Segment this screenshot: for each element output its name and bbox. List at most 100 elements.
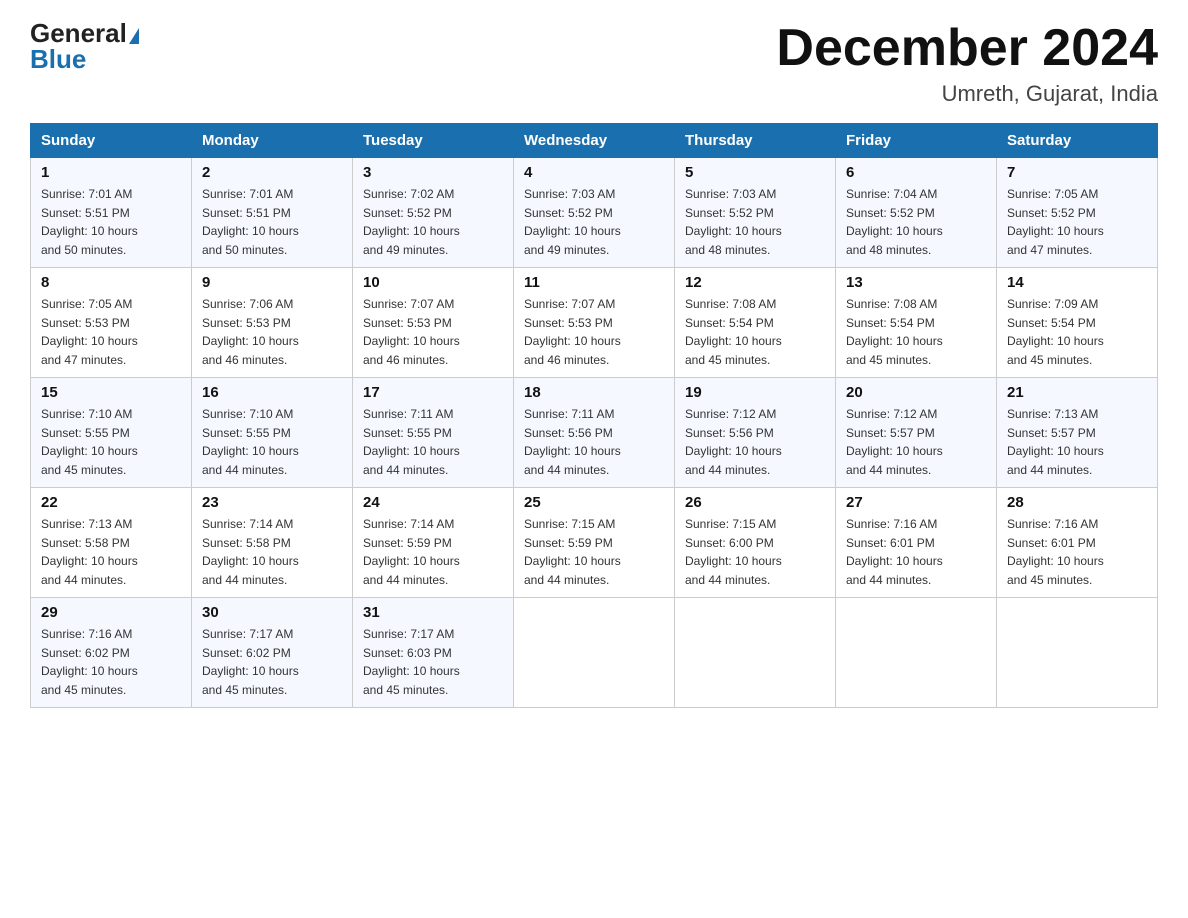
weekday-header-friday: Friday [836, 124, 997, 158]
calendar-cell: 1 Sunrise: 7:01 AMSunset: 5:51 PMDaylight… [31, 158, 192, 268]
calendar-cell: 22 Sunrise: 7:13 AMSunset: 5:58 PMDayligh… [31, 488, 192, 598]
day-number: 3 [363, 164, 503, 181]
calendar-cell [514, 598, 675, 708]
calendar-cell: 3 Sunrise: 7:02 AMSunset: 5:52 PMDaylight… [353, 158, 514, 268]
location: Umreth, Gujarat, India [776, 81, 1158, 107]
calendar-cell: 10 Sunrise: 7:07 AMSunset: 5:53 PMDayligh… [353, 268, 514, 378]
logo: General Blue [30, 20, 141, 75]
calendar-cell [997, 598, 1158, 708]
day-number: 5 [685, 164, 825, 181]
calendar-cell: 14 Sunrise: 7:09 AMSunset: 5:54 PMDayligh… [997, 268, 1158, 378]
weekday-header-wednesday: Wednesday [514, 124, 675, 158]
calendar-cell: 27 Sunrise: 7:16 AMSunset: 6:01 PMDayligh… [836, 488, 997, 598]
day-info: Sunrise: 7:08 AMSunset: 5:54 PMDaylight:… [846, 295, 986, 369]
day-info: Sunrise: 7:13 AMSunset: 5:58 PMDaylight:… [41, 515, 181, 589]
calendar-cell: 28 Sunrise: 7:16 AMSunset: 6:01 PMDayligh… [997, 488, 1158, 598]
day-info: Sunrise: 7:11 AMSunset: 5:55 PMDaylight:… [363, 405, 503, 479]
day-info: Sunrise: 7:13 AMSunset: 5:57 PMDaylight:… [1007, 405, 1147, 479]
day-info: Sunrise: 7:09 AMSunset: 5:54 PMDaylight:… [1007, 295, 1147, 369]
day-number: 16 [202, 384, 342, 401]
day-number: 20 [846, 384, 986, 401]
day-number: 23 [202, 494, 342, 511]
day-number: 4 [524, 164, 664, 181]
day-info: Sunrise: 7:07 AMSunset: 5:53 PMDaylight:… [524, 295, 664, 369]
calendar-cell: 7 Sunrise: 7:05 AMSunset: 5:52 PMDaylight… [997, 158, 1158, 268]
calendar-cell [836, 598, 997, 708]
day-number: 28 [1007, 494, 1147, 511]
weekday-header-monday: Monday [192, 124, 353, 158]
calendar-cell: 25 Sunrise: 7:15 AMSunset: 5:59 PMDayligh… [514, 488, 675, 598]
day-info: Sunrise: 7:08 AMSunset: 5:54 PMDaylight:… [685, 295, 825, 369]
calendar-cell: 19Sunrise: 7:12 AMSunset: 5:56 PMDayligh… [675, 378, 836, 488]
weekday-header-thursday: Thursday [675, 124, 836, 158]
day-number: 7 [1007, 164, 1147, 181]
calendar-cell: 16 Sunrise: 7:10 AMSunset: 5:55 PMDayligh… [192, 378, 353, 488]
day-number: 8 [41, 274, 181, 291]
day-info: Sunrise: 7:01 AMSunset: 5:51 PMDaylight:… [41, 185, 181, 259]
calendar-cell: 24Sunrise: 7:14 AMSunset: 5:59 PMDayligh… [353, 488, 514, 598]
day-info: Sunrise: 7:04 AMSunset: 5:52 PMDaylight:… [846, 185, 986, 259]
day-info: Sunrise: 7:12 AMSunset: 5:56 PMDaylight:… [685, 405, 825, 479]
day-info: Sunrise: 7:06 AMSunset: 5:53 PMDaylight:… [202, 295, 342, 369]
logo-general-text: General [30, 20, 127, 46]
day-number: 27 [846, 494, 986, 511]
day-info: Sunrise: 7:12 AMSunset: 5:57 PMDaylight:… [846, 405, 986, 479]
day-number: 21 [1007, 384, 1147, 401]
day-number: 10 [363, 274, 503, 291]
day-info: Sunrise: 7:05 AMSunset: 5:52 PMDaylight:… [1007, 185, 1147, 259]
day-info: Sunrise: 7:10 AMSunset: 5:55 PMDaylight:… [41, 405, 181, 479]
day-number: 14 [1007, 274, 1147, 291]
day-number: 30 [202, 604, 342, 621]
day-info: Sunrise: 7:17 AMSunset: 6:03 PMDaylight:… [363, 625, 503, 699]
logo-blue-text: Blue [30, 44, 86, 74]
calendar-cell: 23Sunrise: 7:14 AMSunset: 5:58 PMDayligh… [192, 488, 353, 598]
calendar-cell: 11 Sunrise: 7:07 AMSunset: 5:53 PMDayligh… [514, 268, 675, 378]
day-number: 6 [846, 164, 986, 181]
day-number: 29 [41, 604, 181, 621]
calendar-cell: 4 Sunrise: 7:03 AMSunset: 5:52 PMDaylight… [514, 158, 675, 268]
day-number: 15 [41, 384, 181, 401]
calendar-cell: 2 Sunrise: 7:01 AMSunset: 5:51 PMDaylight… [192, 158, 353, 268]
day-info: Sunrise: 7:10 AMSunset: 5:55 PMDaylight:… [202, 405, 342, 479]
calendar-cell: 15 Sunrise: 7:10 AMSunset: 5:55 PMDayligh… [31, 378, 192, 488]
day-number: 25 [524, 494, 664, 511]
calendar-table: SundayMondayTuesdayWednesdayThursdayFrid… [30, 123, 1158, 708]
day-info: Sunrise: 7:16 AMSunset: 6:01 PMDaylight:… [846, 515, 986, 589]
calendar-cell: 21 Sunrise: 7:13 AMSunset: 5:57 PMDayligh… [997, 378, 1158, 488]
day-number: 22 [41, 494, 181, 511]
day-info: Sunrise: 7:01 AMSunset: 5:51 PMDaylight:… [202, 185, 342, 259]
day-info: Sunrise: 7:03 AMSunset: 5:52 PMDaylight:… [524, 185, 664, 259]
day-info: Sunrise: 7:16 AMSunset: 6:01 PMDaylight:… [1007, 515, 1147, 589]
day-info: Sunrise: 7:17 AMSunset: 6:02 PMDaylight:… [202, 625, 342, 699]
day-info: Sunrise: 7:14 AMSunset: 5:59 PMDaylight:… [363, 515, 503, 589]
title-block: December 2024 Umreth, Gujarat, India [776, 20, 1158, 107]
day-info: Sunrise: 7:15 AMSunset: 6:00 PMDaylight:… [685, 515, 825, 589]
calendar-cell: 17Sunrise: 7:11 AMSunset: 5:55 PMDayligh… [353, 378, 514, 488]
day-number: 18 [524, 384, 664, 401]
day-info: Sunrise: 7:15 AMSunset: 5:59 PMDaylight:… [524, 515, 664, 589]
calendar-cell [675, 598, 836, 708]
day-info: Sunrise: 7:07 AMSunset: 5:53 PMDaylight:… [363, 295, 503, 369]
weekday-header-sunday: Sunday [31, 124, 192, 158]
calendar-cell: 6 Sunrise: 7:04 AMSunset: 5:52 PMDaylight… [836, 158, 997, 268]
month-title: December 2024 [776, 20, 1158, 77]
calendar-cell: 29Sunrise: 7:16 AMSunset: 6:02 PMDayligh… [31, 598, 192, 708]
calendar-cell: 8 Sunrise: 7:05 AMSunset: 5:53 PMDaylight… [31, 268, 192, 378]
weekday-header-tuesday: Tuesday [353, 124, 514, 158]
page-header: General Blue December 2024 Umreth, Gujar… [30, 20, 1158, 107]
weekday-header-saturday: Saturday [997, 124, 1158, 158]
day-number: 1 [41, 164, 181, 181]
calendar-cell: 30 Sunrise: 7:17 AMSunset: 6:02 PMDayligh… [192, 598, 353, 708]
day-number: 31 [363, 604, 503, 621]
day-number: 11 [524, 274, 664, 291]
day-number: 12 [685, 274, 825, 291]
day-number: 9 [202, 274, 342, 291]
day-info: Sunrise: 7:11 AMSunset: 5:56 PMDaylight:… [524, 405, 664, 479]
calendar-cell: 18 Sunrise: 7:11 AMSunset: 5:56 PMDayligh… [514, 378, 675, 488]
calendar-cell: 5Sunrise: 7:03 AMSunset: 5:52 PMDaylight… [675, 158, 836, 268]
calendar-cell: 9 Sunrise: 7:06 AMSunset: 5:53 PMDaylight… [192, 268, 353, 378]
calendar-cell: 26Sunrise: 7:15 AMSunset: 6:00 PMDayligh… [675, 488, 836, 598]
day-info: Sunrise: 7:02 AMSunset: 5:52 PMDaylight:… [363, 185, 503, 259]
day-info: Sunrise: 7:05 AMSunset: 5:53 PMDaylight:… [41, 295, 181, 369]
day-number: 2 [202, 164, 342, 181]
